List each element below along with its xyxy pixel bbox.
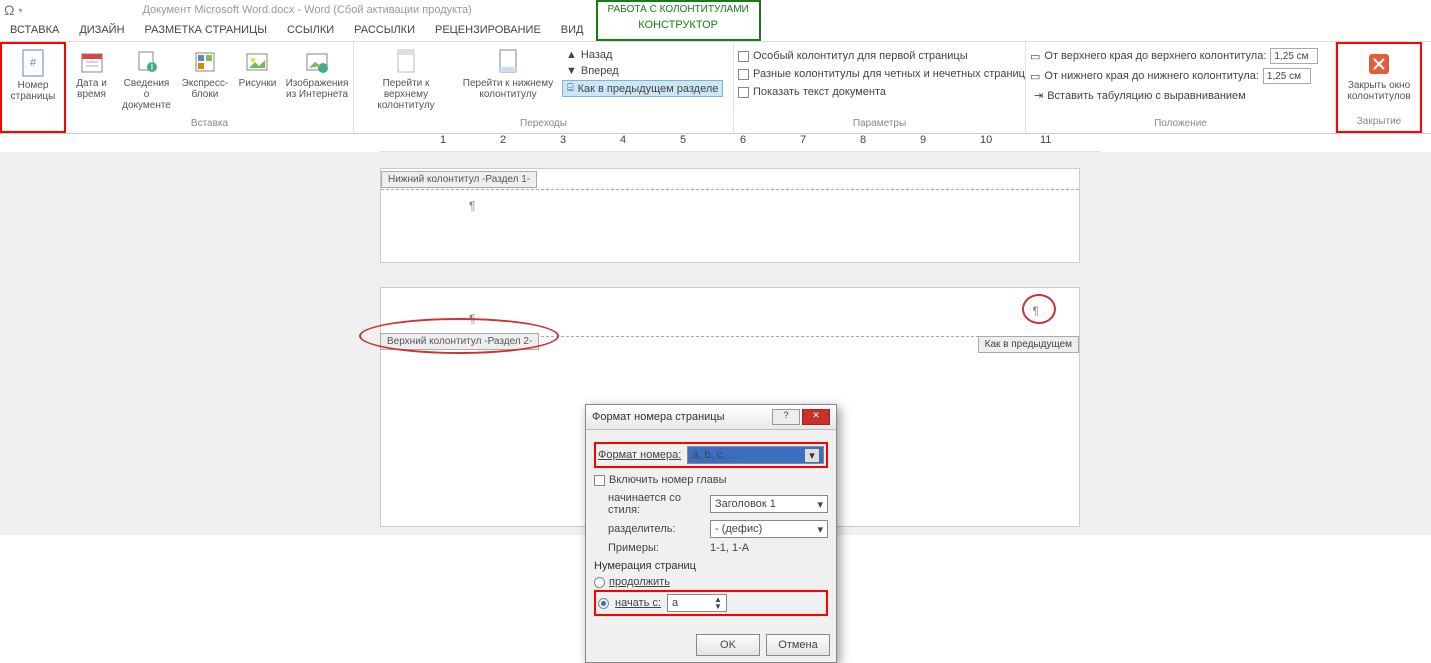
insert-alignment-tab-button[interactable]: ⇥Вставить табуляцию с выравниванием	[1030, 88, 1318, 103]
first-page-checkbox[interactable]: Особый колонтитул для первой страницы	[738, 50, 1025, 62]
doc-info-button[interactable]: i Сведения о документе	[119, 46, 174, 113]
picture-icon	[243, 48, 271, 76]
nav-forward-button[interactable]: ▼Вперед	[562, 64, 723, 78]
footer-from-bottom-row: ▭От нижнего края до нижнего колонтитула:…	[1030, 68, 1318, 84]
horizontal-ruler[interactable]: 1234567891011	[380, 134, 1100, 152]
pictures-button[interactable]: Рисунки	[236, 46, 279, 91]
cancel-button[interactable]: Отмена	[766, 634, 830, 656]
tab-view[interactable]: ВИД	[551, 20, 594, 41]
tab-layout[interactable]: РАЗМЕТКА СТРАНИЦЫ	[135, 20, 277, 41]
group-label-insert: Вставка	[70, 116, 349, 131]
header-dist-icon: ▭	[1030, 50, 1040, 63]
tab-constructor[interactable]: КОНСТРУКТОР	[598, 17, 759, 33]
page-number-button[interactable]: # Номер страницы	[6, 48, 60, 104]
tab-mailings[interactable]: РАССЫЛКИ	[344, 20, 425, 41]
tab-design[interactable]: ДИЗАЙН	[69, 20, 134, 41]
context-tab-headerfooter: РАБОТА С КОЛОНТИТУЛАМИ КОНСТРУКТОР	[596, 0, 761, 41]
calendar-icon	[78, 48, 106, 76]
tab-review[interactable]: РЕЦЕНЗИРОВАНИЕ	[425, 20, 551, 41]
dropdown-icon[interactable]: ▾	[18, 6, 22, 15]
highlight-oval-header-tag	[359, 318, 559, 354]
page-number-format-dialog: Формат номера страницы ? ✕ Формат номера…	[585, 404, 837, 663]
goto-header-button[interactable]: Перейти к верхнему колонтитулу	[358, 46, 454, 113]
svg-text:#: #	[30, 57, 37, 69]
close-header-footer-button[interactable]: Закрыть окно колонтитулов	[1342, 48, 1416, 104]
link-previous-button[interactable]: ⌸Как в предыдущем разделе	[562, 80, 723, 97]
odd-even-checkbox[interactable]: Разные колонтитулы для четных и нечетных…	[738, 68, 1025, 80]
quick-parts-button[interactable]: Экспресс-блоки	[180, 46, 230, 102]
dialog-title: Формат номера страницы	[592, 411, 725, 423]
context-tab-title: РАБОТА С КОЛОНТИТУЛАМИ	[598, 2, 759, 17]
group-label-close: Закрытие	[1342, 114, 1416, 129]
page-1: Нижний колонтитул -Раздел 1- ¶	[380, 168, 1080, 263]
nav-back-button[interactable]: ▲Назад	[562, 48, 723, 62]
start-at-radio[interactable]: начать с:	[615, 597, 661, 609]
close-icon	[1365, 50, 1393, 78]
footer-dist-icon: ▭	[1030, 70, 1040, 83]
date-time-button[interactable]: Дата и время	[70, 46, 113, 102]
document-info-icon: i	[133, 48, 161, 76]
highlight-oval-pilcrow	[1022, 294, 1056, 324]
same-as-previous-tag: Как в предыдущем	[978, 336, 1079, 353]
start-at-input[interactable]: a▲▼	[667, 594, 727, 612]
group-label-options: Параметры	[738, 116, 1021, 131]
dialog-close-button[interactable]: ✕	[802, 409, 830, 425]
omega-icon: Ω	[4, 2, 14, 18]
chapter-style-combo: Заголовок 1▾	[710, 495, 828, 513]
window-title: Документ Microsoft Word.docx - Word (Сбо…	[142, 4, 471, 16]
arrow-down-icon: ▼	[566, 65, 577, 77]
arrow-up-icon: ▲	[566, 49, 577, 61]
header-from-top-input[interactable]: 1,25 см	[1270, 48, 1318, 64]
ribbon-tabs: ВСТАВКА ДИЗАЙН РАЗМЕТКА СТРАНИЦЫ ССЫЛКИ …	[0, 20, 1431, 42]
dropdown-icon: ▾	[805, 449, 819, 462]
numbering-group-title: Нумерация страниц	[594, 560, 828, 572]
dropdown-icon: ▾	[817, 523, 823, 536]
dialog-help-button[interactable]: ?	[772, 409, 800, 425]
footer-from-bottom-input[interactable]: 1,25 см	[1263, 68, 1311, 84]
quick-parts-icon	[191, 48, 219, 76]
tab-references[interactable]: ССЫЛКИ	[277, 20, 344, 41]
goto-header-icon	[392, 48, 420, 76]
number-format-combo[interactable]: a, b, c, ...▾	[687, 446, 824, 464]
group-label-nav: Переходы	[358, 116, 729, 131]
group-label-position: Положение	[1030, 116, 1331, 131]
dropdown-icon: ▾	[817, 498, 823, 511]
tab-insert[interactable]: ВСТАВКА	[0, 20, 69, 41]
goto-footer-icon	[494, 48, 522, 76]
online-picture-icon	[303, 48, 331, 76]
separator-combo: - (дефис)▾	[710, 520, 828, 538]
tab-icon: ⇥	[1034, 89, 1043, 102]
continue-radio[interactable]: продолжить	[594, 576, 828, 588]
link-icon: ⌸	[567, 82, 574, 95]
format-label: Формат номера:	[598, 449, 681, 461]
include-chapter-checkbox[interactable]: Включить номер главы	[594, 474, 828, 486]
footer-section-tag: Нижний колонтитул -Раздел 1-	[381, 171, 537, 188]
pilcrow-icon: ¶	[469, 199, 475, 213]
svg-text:i: i	[150, 61, 152, 73]
goto-footer-button[interactable]: Перейти к нижнему колонтитулу	[460, 46, 556, 102]
show-doc-checkbox[interactable]: Показать текст документа	[738, 86, 1025, 98]
header-from-top-row: ▭От верхнего края до верхнего колонтитул…	[1030, 48, 1318, 64]
ok-button[interactable]: OK	[696, 634, 760, 656]
page-number-icon: #	[19, 50, 47, 78]
online-pictures-button[interactable]: Изображения из Интернета	[285, 46, 349, 102]
